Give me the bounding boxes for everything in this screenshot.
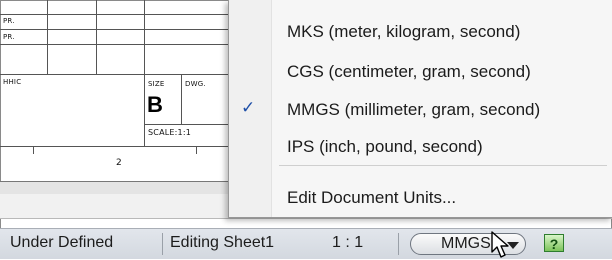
check-icon: ✓ [241, 98, 256, 117]
menu-item-cgs[interactable]: CGS (centimeter, gram, second) [287, 62, 531, 82]
scale-label: SCALE:1:1 [148, 128, 192, 137]
title-block-label: HHIC [3, 78, 22, 86]
menu-item-label: MMGS (millimeter, gram, second) [287, 100, 541, 119]
title-block-label: PR. [3, 17, 15, 25]
editing-mode: Editing Sheet1 [170, 234, 275, 251]
grid-line [0, 44, 228, 45]
title-block-label: PR. [3, 33, 15, 41]
grid-line [0, 29, 228, 30]
status-bar: Under Defined Editing Sheet1 1 : 1 MMGS … [0, 228, 612, 259]
units-popup-menu: MKS (meter, kilogram, second) CGS (centi… [228, 0, 612, 218]
grid-line [144, 124, 228, 125]
size-value: B [147, 92, 164, 117]
status-separator [162, 233, 163, 255]
sketch-state: Under Defined [10, 234, 114, 251]
menu-item-label: IPS (inch, pound, second) [287, 137, 483, 156]
menu-item-ips[interactable]: IPS (inch, pound, second) [287, 137, 483, 157]
size-label: SIZE [148, 80, 165, 88]
menu-item-label: Edit Document Units... [287, 188, 457, 207]
menu-item-label: CGS (centimeter, gram, second) [287, 62, 531, 81]
units-button-label: MMGS [441, 235, 491, 252]
grid-line [0, 14, 228, 15]
help-icon[interactable]: ? [544, 234, 564, 252]
menu-separator [279, 165, 607, 166]
grid-line [181, 74, 182, 124]
menu-item-mks[interactable]: MKS (meter, kilogram, second) [287, 22, 520, 42]
status-separator [398, 233, 399, 255]
grid-line [47, 0, 48, 74]
zone-tick [196, 146, 197, 154]
grid-line [144, 0, 145, 146]
zone-number: 2 [116, 158, 122, 168]
menu-item-edit-document-units[interactable]: Edit Document Units... [287, 188, 456, 208]
grid-line [0, 74, 144, 75]
dwg-label: DWG. [185, 80, 206, 88]
menu-item-mmgs[interactable]: MMGS (millimeter, gram, second) [287, 100, 540, 120]
sheet-scale: 1 : 1 [332, 234, 364, 251]
zone-tick [33, 146, 34, 154]
grid-line [144, 74, 228, 75]
menu-item-label: MKS (meter, kilogram, second) [287, 22, 521, 41]
grid-line [96, 0, 97, 74]
mouse-pointer-icon [491, 231, 509, 258]
grid-line [0, 146, 228, 147]
